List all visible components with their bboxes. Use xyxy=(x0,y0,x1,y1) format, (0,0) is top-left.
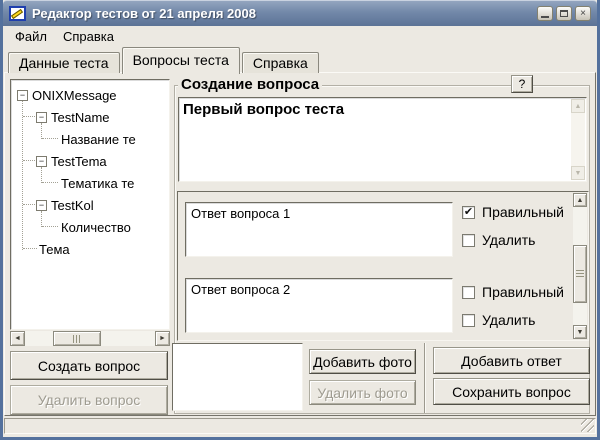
resize-grip[interactable] xyxy=(581,419,594,432)
window-title: Редактор тестов от 21 апреля 2008 xyxy=(32,6,256,21)
tree-item-test-title[interactable]: Название те xyxy=(11,128,169,150)
checkbox-label[interactable]: Правильный xyxy=(482,284,564,300)
tree-item-quantity[interactable]: Количество xyxy=(11,216,169,238)
scrollbar-thumb[interactable] xyxy=(53,331,101,346)
tree-item-label: TestTema xyxy=(51,153,107,169)
photo-preview xyxy=(172,343,303,411)
menu-bar: Файл Справка xyxy=(3,26,597,47)
collapse-icon[interactable]: − xyxy=(36,199,47,211)
collapse-icon[interactable]: − xyxy=(36,111,47,123)
scroll-up-button[interactable]: ▲ xyxy=(573,193,587,207)
save-question-button[interactable]: Сохранить вопрос xyxy=(433,378,590,405)
title-bar: Редактор тестов от 21 апреля 2008 × xyxy=(3,0,597,26)
scroll-up-button[interactable]: ▲ xyxy=(571,99,585,113)
arrow-right-icon: ► xyxy=(159,335,166,342)
scroll-right-button[interactable]: ► xyxy=(155,331,170,346)
tree-horizontal-scrollbar[interactable]: ◄ ► xyxy=(10,331,170,346)
answer-1-correct-checkbox[interactable]: ✔ xyxy=(462,205,475,219)
create-question-button[interactable]: Создать вопрос xyxy=(10,351,168,380)
answer-1-delete-checkbox[interactable] xyxy=(462,233,475,247)
answer-1-text-input[interactable]: Ответ вопроса 1 xyxy=(185,202,453,257)
grip-icon xyxy=(72,334,82,343)
menu-item-file[interactable]: Файл xyxy=(7,27,55,46)
maximize-icon xyxy=(560,10,568,17)
arrow-left-icon: ◄ xyxy=(14,335,21,342)
app-window: Редактор тестов от 21 апреля 2008 × Файл… xyxy=(0,0,600,440)
questions-tab-panel: − ONIXMessage − TestName Название те − T… xyxy=(4,72,596,416)
window-controls: × xyxy=(537,6,591,21)
checkbox-label[interactable]: Правильный xyxy=(482,204,564,220)
tree-item-testtema[interactable]: − TestTema xyxy=(11,150,169,172)
xml-tree-view: − ONIXMessage − TestName Название те − T… xyxy=(10,79,170,330)
tree-item-onixmessage[interactable]: − ONIXMessage xyxy=(11,84,169,106)
divider xyxy=(424,343,426,413)
tab-test-data[interactable]: Данные теста xyxy=(8,52,120,73)
delete-photo-button[interactable]: Удалить фото xyxy=(309,380,416,405)
tree-item-testname[interactable]: − TestName xyxy=(11,106,169,128)
scrollbar-thumb[interactable] xyxy=(573,245,587,303)
tree-item-label: Название те xyxy=(61,131,136,147)
tab-strip: Данные теста Вопросы теста Справка xyxy=(8,47,321,74)
grip-icon xyxy=(576,269,584,279)
answer-2-delete-checkbox[interactable] xyxy=(462,313,475,327)
menu-item-help[interactable]: Справка xyxy=(55,27,122,46)
checkbox-label[interactable]: Удалить xyxy=(482,312,535,328)
minimize-icon xyxy=(541,16,549,18)
add-photo-button[interactable]: Добавить фото xyxy=(309,349,416,374)
question-text-input[interactable]: Первый вопрос теста ▲ ▼ xyxy=(178,97,587,182)
tree-item-label: Тематика те xyxy=(61,175,135,191)
answer-1-correct-field: ✔ Правильный xyxy=(462,204,564,220)
app-icon xyxy=(9,6,26,21)
tree-item-tema[interactable]: Тема xyxy=(11,238,169,260)
delete-question-button[interactable]: Удалить вопрос xyxy=(10,385,168,415)
close-button[interactable]: × xyxy=(575,6,591,21)
collapse-icon[interactable]: − xyxy=(36,155,47,167)
arrow-up-icon: ▲ xyxy=(574,102,582,110)
scroll-left-button[interactable]: ◄ xyxy=(10,331,25,346)
scroll-down-button[interactable]: ▼ xyxy=(573,325,587,339)
tree-item-label: Количество xyxy=(61,219,131,235)
tab-questions[interactable]: Вопросы теста xyxy=(121,47,240,74)
tree-item-test-subject[interactable]: Тематика те xyxy=(11,172,169,194)
answer-2-text-input[interactable]: Ответ вопроса 2 xyxy=(185,278,453,333)
tree-item-label: ONIXMessage xyxy=(32,87,117,103)
scroll-down-button[interactable]: ▼ xyxy=(571,166,585,180)
question-text-value: Первый вопрос теста xyxy=(183,101,345,118)
minimize-button[interactable] xyxy=(537,6,553,21)
answer-2-delete-field: Удалить xyxy=(462,312,535,328)
tree-item-label: Тема xyxy=(39,241,70,257)
maximize-button[interactable] xyxy=(556,6,572,21)
answers-scrollbar[interactable]: ▲ ▼ xyxy=(573,193,587,339)
answers-panel: Ответ вопроса 1 ✔ Правильный Удалить Отв… xyxy=(177,191,589,341)
answer-1-delete-field: Удалить xyxy=(462,232,535,248)
add-answer-button[interactable]: Добавить ответ xyxy=(433,347,590,374)
group-title: Создание вопроса xyxy=(178,76,323,93)
arrow-up-icon: ▲ xyxy=(576,196,584,204)
status-bar xyxy=(4,418,596,434)
checkbox-label[interactable]: Удалить xyxy=(482,232,535,248)
tree-item-label: TestKol xyxy=(51,197,94,213)
tab-help[interactable]: Справка xyxy=(241,52,319,73)
help-button[interactable]: ? xyxy=(511,75,533,93)
arrow-down-icon: ▼ xyxy=(574,169,582,177)
question-scrollbar[interactable]: ▲ ▼ xyxy=(571,99,585,180)
collapse-icon[interactable]: − xyxy=(17,89,28,101)
pencil-icon xyxy=(10,8,24,20)
tree-item-testkol[interactable]: − TestKol xyxy=(11,194,169,216)
arrow-down-icon: ▼ xyxy=(576,328,584,336)
tree-item-label: TestName xyxy=(51,109,110,125)
answer-2-correct-field: Правильный xyxy=(462,284,564,300)
answer-2-correct-checkbox[interactable] xyxy=(462,285,475,299)
